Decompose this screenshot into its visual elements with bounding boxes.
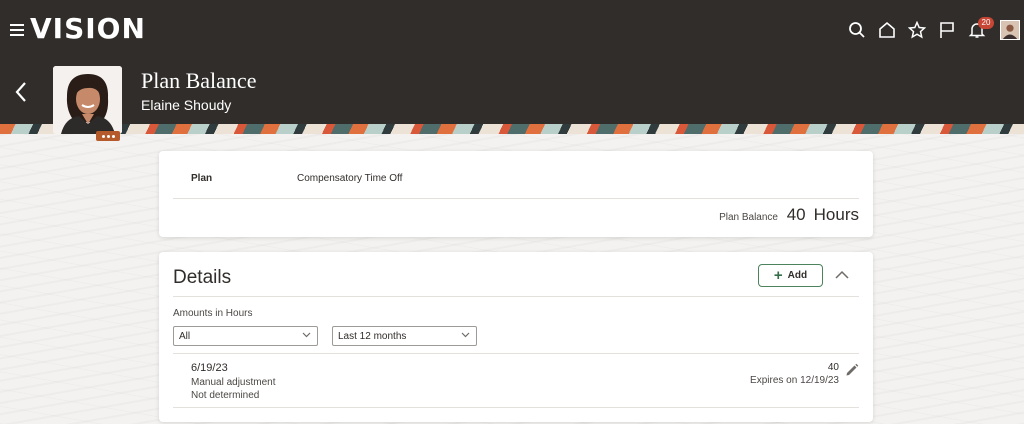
back-icon[interactable] xyxy=(12,80,30,104)
divider xyxy=(173,198,859,199)
type-filter-value: All xyxy=(179,331,191,342)
details-card: Details + Add Amounts in Hours All Last … xyxy=(159,252,873,422)
divider xyxy=(173,407,859,408)
pencil-icon[interactable] xyxy=(845,363,859,377)
plan-balance-label: Plan Balance xyxy=(719,212,778,223)
divider xyxy=(173,296,859,297)
user-avatar[interactable] xyxy=(1000,20,1020,40)
star-icon[interactable] xyxy=(902,16,932,44)
chevron-up-icon[interactable] xyxy=(834,268,850,282)
chevron-down-icon xyxy=(461,332,470,338)
plus-icon: + xyxy=(773,267,783,284)
entry-type: Manual adjustment xyxy=(191,377,276,388)
search-icon[interactable] xyxy=(842,16,872,44)
chevron-down-icon xyxy=(302,332,311,338)
period-filter-select[interactable]: Last 12 months xyxy=(332,326,477,346)
details-title: Details xyxy=(173,267,232,288)
plan-balance-unit: Hours xyxy=(813,205,859,224)
add-button-label: Add xyxy=(787,270,808,281)
home-icon[interactable] xyxy=(872,16,902,44)
entry-expiration: Expires on 12/19/23 xyxy=(750,375,839,386)
flag-icon[interactable] xyxy=(932,16,962,44)
plan-label: Plan xyxy=(191,173,213,184)
divider xyxy=(173,353,859,354)
decorative-banner xyxy=(0,124,1024,134)
amounts-unit-label: Amounts in Hours xyxy=(173,308,253,319)
type-filter-select[interactable]: All xyxy=(173,326,318,346)
menu-icon[interactable] xyxy=(10,24,24,36)
bell-icon[interactable]: 20 xyxy=(962,16,994,44)
notification-badge: 20 xyxy=(978,17,994,29)
profile-photo xyxy=(53,66,122,134)
global-header: VISION 20 xyxy=(0,0,1024,62)
more-options-icon[interactable] xyxy=(96,131,120,141)
app-logo[interactable]: VISION xyxy=(30,12,146,45)
page-title: Plan Balance xyxy=(141,68,257,93)
entry-status: Not determined xyxy=(191,390,260,401)
plan-value: Compensatory Time Off xyxy=(297,173,403,184)
person-name: Elaine Shoudy xyxy=(141,97,232,113)
global-actions: 20 xyxy=(842,16,1024,44)
plan-balance-number: 40 xyxy=(786,205,806,224)
add-button[interactable]: + Add xyxy=(758,264,823,287)
plan-balance-value: 40 Hours xyxy=(787,205,859,225)
period-filter-value: Last 12 months xyxy=(338,331,407,342)
entry-amount: 40 xyxy=(827,362,839,373)
plan-summary-card: Plan Compensatory Time Off Plan Balance … xyxy=(159,151,873,237)
entry-date: 6/19/23 xyxy=(191,362,228,374)
